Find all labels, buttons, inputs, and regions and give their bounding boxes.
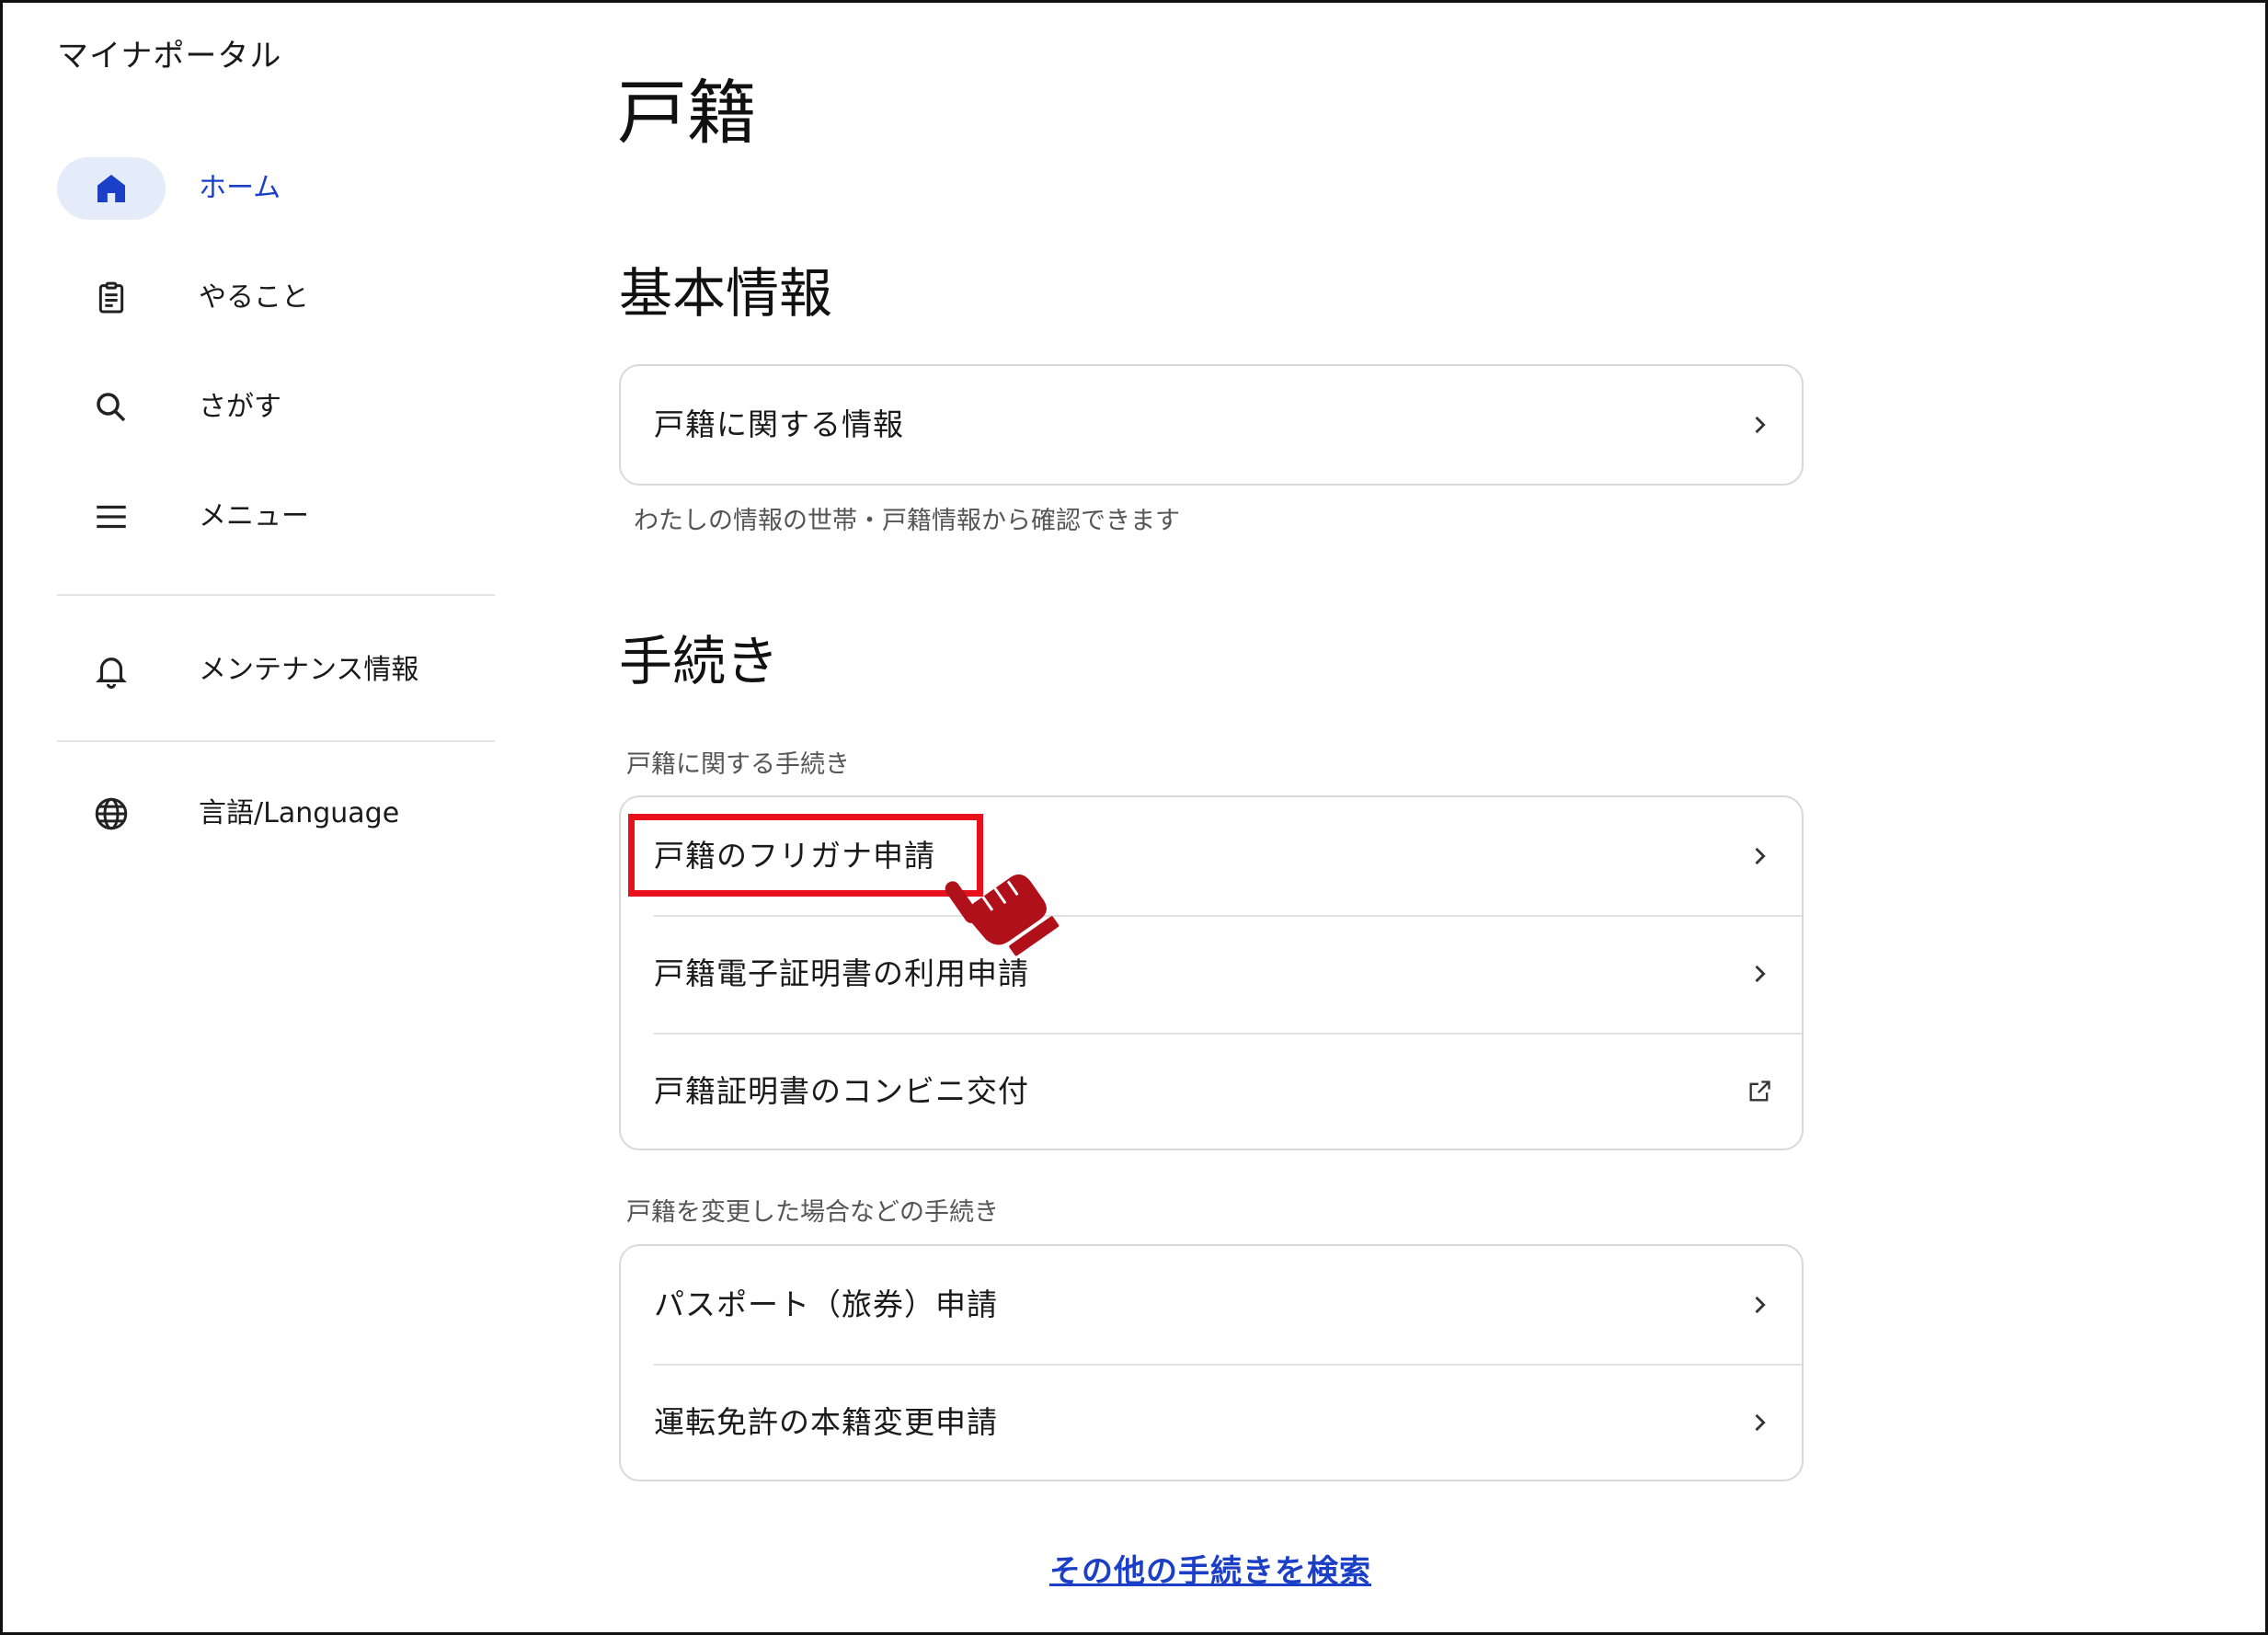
list-item-license[interactable]: 運転免許の本籍変更申請	[621, 1364, 1802, 1480]
sidebar-item-search[interactable]: さがす	[57, 376, 480, 439]
search-other-procedures-link[interactable]: その他の手続きを検索	[1049, 1546, 1371, 1591]
list-item-label: 戸籍証明書のコンビニ交付	[654, 1073, 1029, 1109]
list-item-convenience-store[interactable]: 戸籍証明書のコンビニ交付	[621, 1033, 1802, 1149]
chevron-right-icon	[1755, 1296, 1766, 1314]
basic-info-note: わたしの情報の世帯・戸籍情報から確認できます	[634, 507, 1180, 535]
sidebar-item-todo[interactable]: やること	[57, 267, 480, 329]
search-icon	[57, 376, 166, 439]
procedure-card-change: パスポート（旅券）申請 運転免許の本籍変更申請	[619, 1244, 1804, 1481]
list-item-label: 運転免許の本籍変更申請	[654, 1404, 998, 1440]
sidebar-item-language[interactable]: 言語/Language	[57, 783, 480, 845]
sidebar-divider	[57, 740, 495, 742]
sidebar-item-menu[interactable]: メニュー	[57, 486, 480, 548]
group-label-koseki: 戸籍に関する手続き	[626, 750, 850, 779]
list-item-label: パスポート（旅券）申請	[654, 1286, 998, 1322]
sidebar-item-label: さがす	[199, 391, 281, 423]
chevron-right-icon	[1755, 1413, 1766, 1432]
group-label-change: 戸籍を変更した場合などの手続き	[626, 1198, 999, 1227]
section-title-procedures: 手続き	[619, 630, 780, 692]
external-link-icon	[1749, 1080, 1770, 1102]
page-title: 戸籍	[617, 72, 757, 154]
section-title-basic: 基本情報	[619, 262, 833, 325]
sidebar-item-home[interactable]: ホーム	[57, 157, 480, 220]
sidebar-item-label: やること	[199, 281, 309, 314]
sidebar-divider	[57, 594, 495, 596]
sidebar-item-maintenance[interactable]: メンテナンス情報	[57, 639, 480, 702]
sidebar-item-label: メンテナンス情報	[199, 654, 419, 686]
clipboard-icon	[57, 267, 166, 329]
list-item-passport[interactable]: パスポート（旅券）申請	[621, 1246, 1802, 1364]
app-title: マイナポータル	[57, 38, 282, 74]
chevron-right-icon	[1755, 416, 1766, 434]
list-item-e-certificate[interactable]: 戸籍電子証明書の利用申請	[621, 915, 1802, 1033]
globe-icon	[57, 783, 166, 845]
sidebar-item-label: メニュー	[199, 500, 309, 532]
bell-icon	[57, 639, 166, 702]
basic-info-card: 戸籍に関する情報	[619, 364, 1804, 486]
chevron-right-icon	[1755, 847, 1766, 865]
sidebar-item-label: ホーム	[199, 172, 281, 204]
highlight-box	[628, 814, 983, 897]
chevron-right-icon	[1755, 965, 1766, 983]
screenshot-frame: マイナポータル ホーム やること さがす メニュー メンテナンス情報 言語/La…	[0, 0, 2268, 1635]
list-item-label: 戸籍に関する情報	[654, 406, 904, 442]
pointing-hand-icon	[945, 874, 1060, 956]
home-icon	[57, 157, 166, 220]
list-item-koseki-info[interactable]: 戸籍に関する情報	[621, 366, 1802, 484]
menu-icon	[57, 486, 166, 548]
sidebar-item-label: 言語/Language	[199, 797, 400, 829]
